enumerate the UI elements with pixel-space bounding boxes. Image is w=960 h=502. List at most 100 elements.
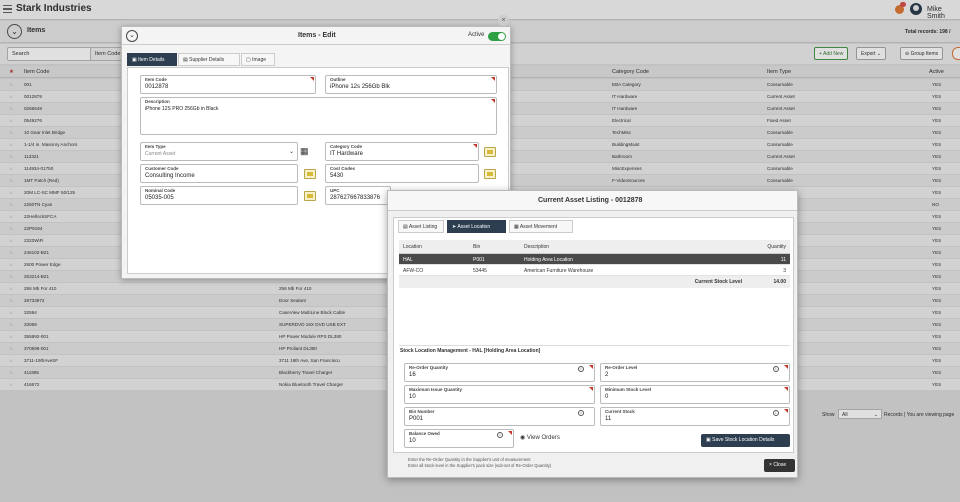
category-code-field[interactable]: Category Code IT Hardware — [325, 142, 479, 161]
field-value: 287627667833876 — [330, 195, 381, 201]
required-marker — [310, 77, 314, 81]
active-toggle[interactable] — [488, 32, 506, 41]
field-label: Item Code — [145, 77, 167, 82]
required-marker — [491, 77, 495, 81]
tab-asset-movement[interactable]: ▦ Asset Movement — [509, 220, 573, 233]
cell-location: AFW-CO — [403, 268, 424, 274]
cost-codes-field[interactable]: Cost Codes 5430 — [325, 164, 479, 183]
required-marker — [784, 387, 788, 391]
section-title: Stock Location Management - HAL [Holding… — [400, 348, 541, 354]
cell-description: Holding Area Location — [524, 257, 573, 263]
tab-label: Asset Listing — [408, 224, 438, 230]
reorder-level-field[interactable]: Re-Order Level 2 i — [600, 363, 790, 382]
field-value: 16 — [409, 372, 416, 378]
item-type-select[interactable]: Item Type Current Asset ⌄ — [140, 142, 298, 161]
field-label: Customer Code — [145, 166, 179, 171]
asset-listing-modal: Current Asset Listing - 0012878 ▤ Asset … — [387, 190, 798, 478]
close-button[interactable]: × Close — [764, 459, 795, 472]
field-label: Category Code — [330, 144, 363, 149]
column-header[interactable]: Bin — [473, 244, 480, 250]
info-icon[interactable]: i — [578, 366, 584, 372]
field-label: Bin Number — [409, 409, 435, 414]
current-stock-field[interactable]: Current Stock 11 i — [600, 407, 790, 426]
reorder-quantity-field[interactable]: Re-Order Quantity 16 i — [404, 363, 595, 382]
info-icon[interactable]: i — [773, 366, 779, 372]
cell-bin: P001 — [473, 257, 485, 263]
field-label: Description — [145, 99, 170, 104]
field-value: Consulting Income — [145, 173, 195, 179]
view-orders-label: View Orders — [526, 435, 560, 441]
folder-icon[interactable] — [484, 147, 496, 157]
max-issue-quantity-field[interactable]: Maximum Issue Quantity 10 — [404, 385, 595, 404]
modal-title: Current Asset Listing - 0012878 — [538, 197, 643, 204]
folder-icon[interactable] — [304, 191, 316, 201]
table-row[interactable]: AFW-CO 53445 American Furniture Warehous… — [399, 265, 790, 276]
field-label: Re-Order Level — [605, 365, 638, 370]
required-marker — [784, 365, 788, 369]
balance-owed-field[interactable]: Balance Owed 10 i — [404, 429, 514, 448]
divider — [399, 345, 790, 346]
view-orders-link[interactable]: ◉ View Orders — [520, 434, 560, 441]
required-marker — [589, 365, 593, 369]
field-value: 0 — [605, 394, 609, 400]
field-value: 0012878 — [145, 84, 169, 90]
tab-label: Supplier Details — [189, 57, 225, 63]
folder-icon[interactable] — [484, 169, 496, 179]
modal-header: ⌄ Items - Edit Active — [122, 27, 510, 45]
chevron-down-icon[interactable]: ⌄ — [126, 30, 138, 42]
outline-field[interactable]: Outline iPhone 12s 256Gb Blk — [325, 75, 497, 94]
modal-title: Items - Edit — [298, 32, 336, 39]
close-icon[interactable]: × — [498, 15, 509, 26]
table-row[interactable]: HAL P001 Holding Area Location 11 — [399, 254, 790, 265]
column-header[interactable]: Location — [403, 244, 422, 250]
field-label: UPC — [330, 188, 340, 193]
total-value: 14.00 — [773, 279, 786, 285]
active-label: Active — [468, 32, 485, 38]
field-label: Maximum Issue Quantity — [409, 387, 463, 392]
location-table: Location Bin Description Quantity HAL P0… — [399, 240, 790, 288]
required-marker — [589, 387, 593, 391]
customer-code-field[interactable]: Customer Code Consulting Income — [140, 164, 298, 183]
min-stock-level-field[interactable]: Minimum Stock Level 0 — [600, 385, 790, 404]
cell-quantity: 3 — [783, 268, 786, 274]
save-stock-location-button[interactable]: ▣ Save Stock Location Details — [701, 434, 790, 447]
folder-icon[interactable] — [304, 169, 316, 179]
field-value: 05035-005 — [145, 195, 174, 201]
info-icon[interactable]: i — [578, 410, 584, 416]
cell-location: HAL — [403, 257, 413, 263]
tab-asset-location[interactable]: ➤ Asset Location — [447, 220, 506, 233]
field-value: 10 — [409, 438, 416, 444]
barcode-icon[interactable]: ▦ — [300, 146, 309, 157]
description-field[interactable]: Description iPhone 12S PRO 256Gb in Black — [140, 97, 497, 135]
tab-asset-listing[interactable]: ▤ Asset Listing — [398, 220, 444, 233]
field-value: P001 — [409, 416, 424, 422]
field-label: Minimum Stock Level — [605, 387, 652, 392]
close-label: Close — [773, 462, 787, 468]
column-header[interactable]: Quantity — [767, 244, 786, 250]
field-label: Cost Codes — [330, 166, 356, 171]
chevron-down-icon: ⌄ — [288, 149, 294, 155]
cell-quantity: 11 — [780, 257, 786, 263]
nominal-code-field[interactable]: Nominal Code 05035-005 — [140, 186, 298, 205]
field-value: 11 — [605, 416, 612, 422]
tab-item-details[interactable]: ▣ Item Details — [127, 53, 177, 66]
total-label: Current Stock Level — [694, 279, 742, 285]
info-icon[interactable]: i — [497, 432, 503, 438]
field-label: Balance Owed — [409, 431, 440, 436]
tab-image[interactable]: ▢ Image — [241, 53, 275, 66]
column-header[interactable]: Description — [524, 244, 549, 250]
table-header: Location Bin Description Quantity — [399, 240, 790, 254]
field-value: IT Hardware — [330, 151, 363, 157]
info-icon[interactable]: i — [773, 410, 779, 416]
tab-label: Image — [252, 57, 267, 63]
cell-description: American Furniture Warehouse — [524, 268, 594, 274]
tab-supplier-details[interactable]: ▤ Supplier Details — [178, 53, 240, 66]
item-code-field[interactable]: Item Code 0012878 — [140, 75, 316, 94]
required-marker — [508, 431, 512, 435]
bin-number-field[interactable]: Bin Number P001 i — [404, 407, 595, 426]
field-value: 5430 — [330, 173, 344, 179]
eye-icon: ◉ — [520, 435, 526, 441]
field-label: Outline — [330, 77, 346, 82]
asset-location-panel: ▤ Asset Listing ➤ Asset Location ▦ Asset… — [393, 217, 794, 468]
upc-field[interactable]: UPC 287627667833876 — [325, 186, 391, 205]
